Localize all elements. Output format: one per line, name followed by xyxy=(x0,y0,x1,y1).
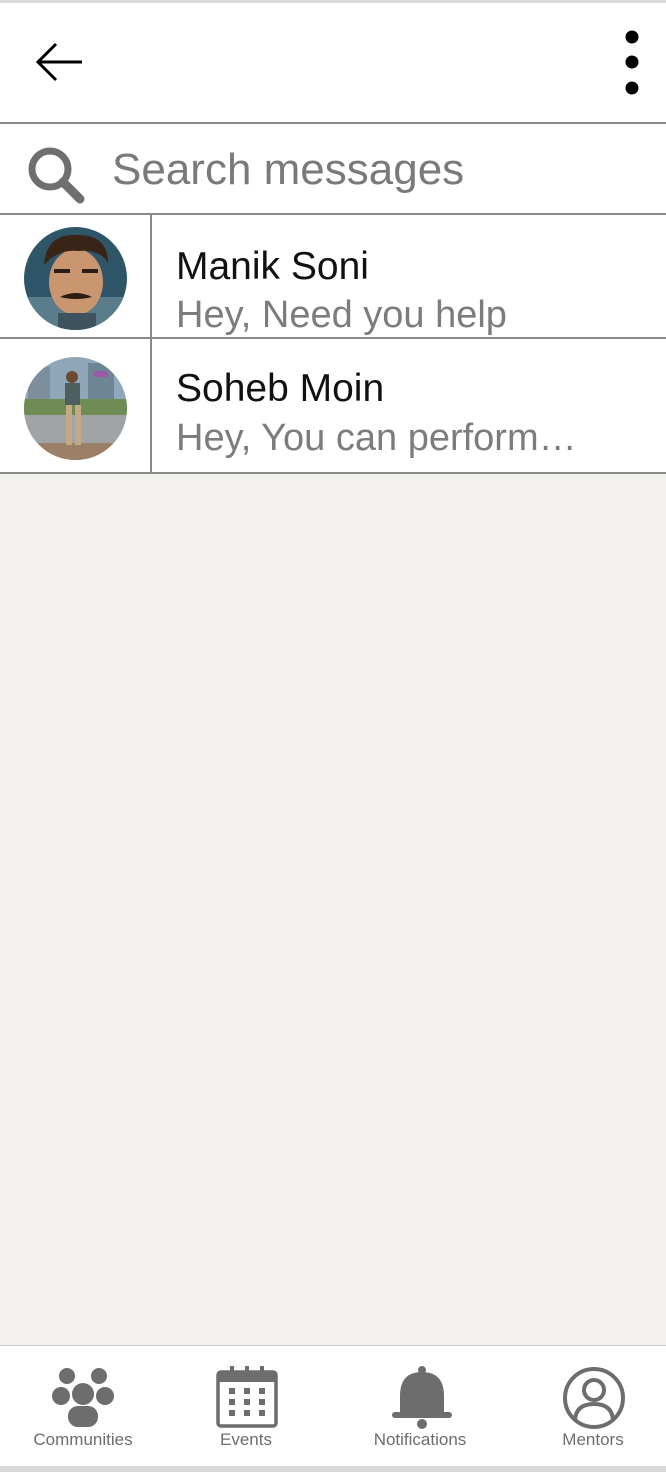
avatar xyxy=(24,357,127,460)
conversation-item[interactable]: Manik Soni Hey, Need you help xyxy=(0,215,666,339)
search-icon xyxy=(26,145,86,205)
message-preview: Hey, Need you help xyxy=(176,294,507,336)
calendar-icon xyxy=(216,1366,278,1428)
nav-events[interactable]: Events xyxy=(196,1346,296,1467)
bottom-edge xyxy=(0,1466,666,1472)
avatar-cell xyxy=(0,339,152,472)
communities-icon xyxy=(52,1368,114,1427)
bell-icon xyxy=(392,1366,452,1429)
contact-name: Manik Soni xyxy=(176,245,369,288)
conversation-list: Manik Soni Hey, Need you help Soheb Moin… xyxy=(0,215,666,474)
search-bar xyxy=(0,124,666,215)
message-preview: Hey, You can perform… xyxy=(176,417,577,459)
nav-mentors[interactable]: Mentors xyxy=(543,1346,643,1467)
nav-notifications[interactable]: Notifications xyxy=(360,1346,480,1467)
avatar xyxy=(24,227,127,330)
more-options-button[interactable] xyxy=(612,27,652,103)
more-vertical-icon xyxy=(625,30,639,95)
nav-communities[interactable]: Communities xyxy=(18,1346,148,1467)
contact-name: Soheb Moin xyxy=(176,367,385,410)
back-button[interactable] xyxy=(30,39,90,89)
search-input[interactable] xyxy=(112,140,642,200)
arrow-left-icon xyxy=(35,42,82,82)
nav-label: Communities xyxy=(33,1430,133,1449)
conversation-item[interactable]: Soheb Moin Hey, You can perform… xyxy=(0,339,666,474)
avatar-cell xyxy=(0,215,152,337)
nav-label: Mentors xyxy=(562,1430,624,1449)
nav-label: Events xyxy=(220,1430,272,1449)
bottom-navigation: Communities Events Notifications Mentors xyxy=(0,1345,666,1466)
app-header xyxy=(0,3,666,124)
nav-label: Notifications xyxy=(373,1430,467,1449)
user-circle-icon xyxy=(563,1367,625,1429)
